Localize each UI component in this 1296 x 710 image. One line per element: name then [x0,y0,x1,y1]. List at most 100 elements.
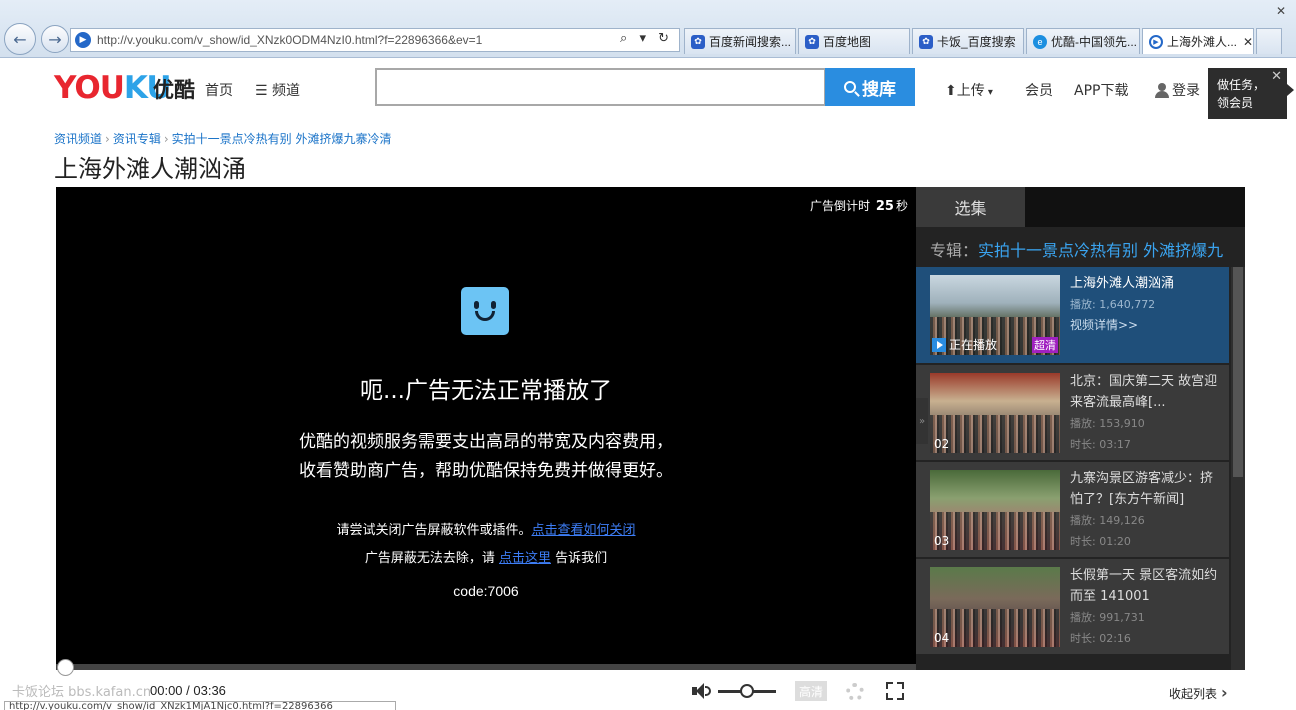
tab-label: 优酷-中国领先... [1051,35,1137,49]
task-line2: 领会员 [1217,96,1254,110]
item-duration: 时长: 02:16 [1070,632,1131,645]
search-button[interactable]: 搜库 [825,68,915,106]
list-item[interactable]: 03 九寨沟景区游客减少：挤怕了？[东方午新闻] 播放: 149,126 时长:… [916,462,1229,557]
video-thumbnail[interactable]: 正在播放 超清 [930,275,1060,355]
hint-1-text: 请尝试关闭广告屏蔽软件或插件。 [336,523,532,538]
tab-baidu-map[interactable]: ✿ 百度地图 [798,28,910,54]
address-tools[interactable]: ⌕ ▾ ↻ [620,31,673,46]
time-display: 00:00 / 03:36 [150,683,226,698]
search-icon [844,81,856,93]
hint-line-1: 请尝试关闭广告屏蔽软件或插件。点击查看如何关闭 [56,519,916,538]
item-title[interactable]: 北京：国庆第二天 故宫迎来客流最高峰[... [1070,371,1222,413]
album-title: 专辑：实拍十一景点冷热有别 外滩挤爆九 [930,237,1223,261]
how-to-disable-link[interactable]: 点击查看如何关闭 [532,523,636,538]
search-button-label: 搜库 [862,79,896,100]
scrollbar-thumb[interactable] [1233,267,1243,477]
video-thumbnail[interactable]: 03 [930,470,1060,550]
now-playing-label: 正在播放 [949,338,998,352]
tab-label: 卡饭_百度搜索 [937,35,1016,49]
episode-number: 02 [934,437,950,451]
login-link[interactable]: 登录 [1155,80,1200,100]
collapse-label: 收起列表 [1169,687,1218,701]
play-icon [932,337,946,352]
chevron-right-icon: › [105,132,110,146]
status-bar-url: http://v.youku.com/v_show/id_XNzk1MjA1Nj… [4,701,396,710]
tab-current[interactable]: ▶ 上海外滩人... ✕ [1142,28,1254,54]
breadcrumb-item[interactable]: 实拍十一景点冷热有别 外滩挤爆九寨冷清 [172,132,392,146]
collapse-list-button[interactable]: 收起列表 › [1169,683,1228,702]
arrow-right-icon: → [48,29,62,49]
sidebar-scrollbar[interactable] [1231,267,1245,670]
ad-countdown: 广告倒计时 25 秒 [810,197,908,214]
tab-youku-home[interactable]: e 优酷-中国领先... [1026,28,1140,54]
error-line-2: 收看赞助商广告，帮助优酷保持免费并做得更好。 [299,461,673,481]
sidebar-tabbar: 选集 [916,187,1245,227]
list-item[interactable]: 正在播放 超清 上海外滩人潮汹涌 播放: 1,640,772 视频详情>> [916,267,1229,363]
gear-icon[interactable] [846,683,864,701]
now-playing-badge: 正在播放 [932,336,997,353]
hd-badge: 超清 [1032,337,1058,353]
sidebar-toggle-icon[interactable]: » [916,398,928,444]
item-plays: 播放: 1,640,772 [1070,298,1156,311]
address-text[interactable]: http://v.youku.com/v_show/id_XNzk0ODM4Nz… [97,33,482,47]
error-title: 呃...广告无法正常播放了 [360,378,612,404]
search-input[interactable] [375,68,826,106]
address-bar[interactable]: ▶ http://v.youku.com/v_show/id_XNzk0ODM4… [70,28,680,52]
item-plays: 播放: 991,731 [1070,611,1145,624]
tab-kafan-search[interactable]: ✿ 卡饭_百度搜索 [912,28,1024,54]
progress-knob[interactable] [57,659,74,676]
breadcrumb: 资讯频道 › 资讯专辑 › 实拍十一景点冷热有别 外滩挤爆九寨冷清 [54,130,391,147]
album-link[interactable]: 实拍十一景点冷热有别 外滩挤爆九 [978,241,1223,260]
login-label: 登录 [1172,83,1200,99]
logo-cn[interactable]: 优酷 [153,74,195,104]
tab-close-icon[interactable]: ✕ [1243,35,1253,49]
item-title[interactable]: 长假第一天 景区客流如约而至 141001 [1070,565,1222,607]
forward-button[interactable]: → [41,25,69,53]
close-icon[interactable]: ✕ [1271,68,1282,86]
list-item[interactable]: 02 北京：国庆第二天 故宫迎来客流最高峰[... 播放: 153,910 时长… [916,365,1229,460]
countdown-label: 广告倒计时 [810,199,871,213]
baidu-paw-icon: ✿ [805,34,819,49]
tab-label: 上海外滩人... [1167,35,1238,49]
caret-down-icon: ▾ [984,87,993,98]
list-item[interactable]: 04 长假第一天 景区客流如约而至 141001 播放: 991,731 时长:… [916,559,1229,654]
menu-icon: ☰ [255,83,273,99]
item-plays: 播放: 153,910 [1070,417,1145,430]
item-plays: 播放: 149,126 [1070,514,1145,527]
upload-button[interactable]: ⬆上传 ▾ [945,80,993,100]
user-icon [1155,83,1169,98]
quality-button[interactable]: 高清 [795,681,827,701]
vip-link[interactable]: 会员 [1025,80,1053,100]
error-code: code:7006 [453,583,519,599]
tab-baidu-news[interactable]: ✿ 百度新闻搜索... [684,28,796,54]
hint-2-prefix: 广告屏蔽无法去除，请 [364,551,495,566]
youku-play-icon: ▶ [1149,34,1163,49]
video-detail-link[interactable]: 视频详情>> [1070,315,1222,336]
chevron-right-icon: › [163,132,169,146]
item-duration: 时长: 03:17 [1070,438,1131,451]
item-title[interactable]: 上海外滩人潮汹涌 [1070,273,1222,294]
nav-channel[interactable]: ☰ 频道 [255,80,300,100]
window-close-icon[interactable]: ✕ [1276,4,1286,18]
item-title[interactable]: 九寨沟景区游客减少：挤怕了？[东方午新闻] [1070,468,1222,510]
album-label: 专辑： [930,241,979,260]
fullscreen-icon[interactable] [886,682,904,700]
volume-icon[interactable] [692,683,711,699]
ie-icon: e [1033,34,1047,49]
hint-2-suffix: 告诉我们 [555,551,608,566]
new-tab-button[interactable] [1256,28,1282,54]
task-popup[interactable]: ✕ 做任务， 领会员 [1208,68,1287,119]
video-player[interactable]: 广告倒计时 25 秒 呃...广告无法正常播放了 优酷的视频服务需要支出高昂的带宽… [56,187,916,664]
video-thumbnail[interactable]: 02 [930,373,1060,453]
breadcrumb-item[interactable]: 资讯专辑 [113,132,161,146]
tab-episodes[interactable]: 选集 [916,187,1025,227]
video-thumbnail[interactable]: 04 [930,567,1060,647]
back-button[interactable]: ← [4,23,36,55]
nav-home[interactable]: 首页 [205,80,233,100]
logo-text-a: YOU [54,70,125,106]
countdown-unit: 秒 [895,199,908,213]
breadcrumb-item[interactable]: 资讯频道 [54,132,102,146]
report-link[interactable]: 点击这里 [499,551,551,566]
app-download-link[interactable]: APP下载 [1074,80,1128,100]
volume-knob[interactable] [740,684,754,698]
